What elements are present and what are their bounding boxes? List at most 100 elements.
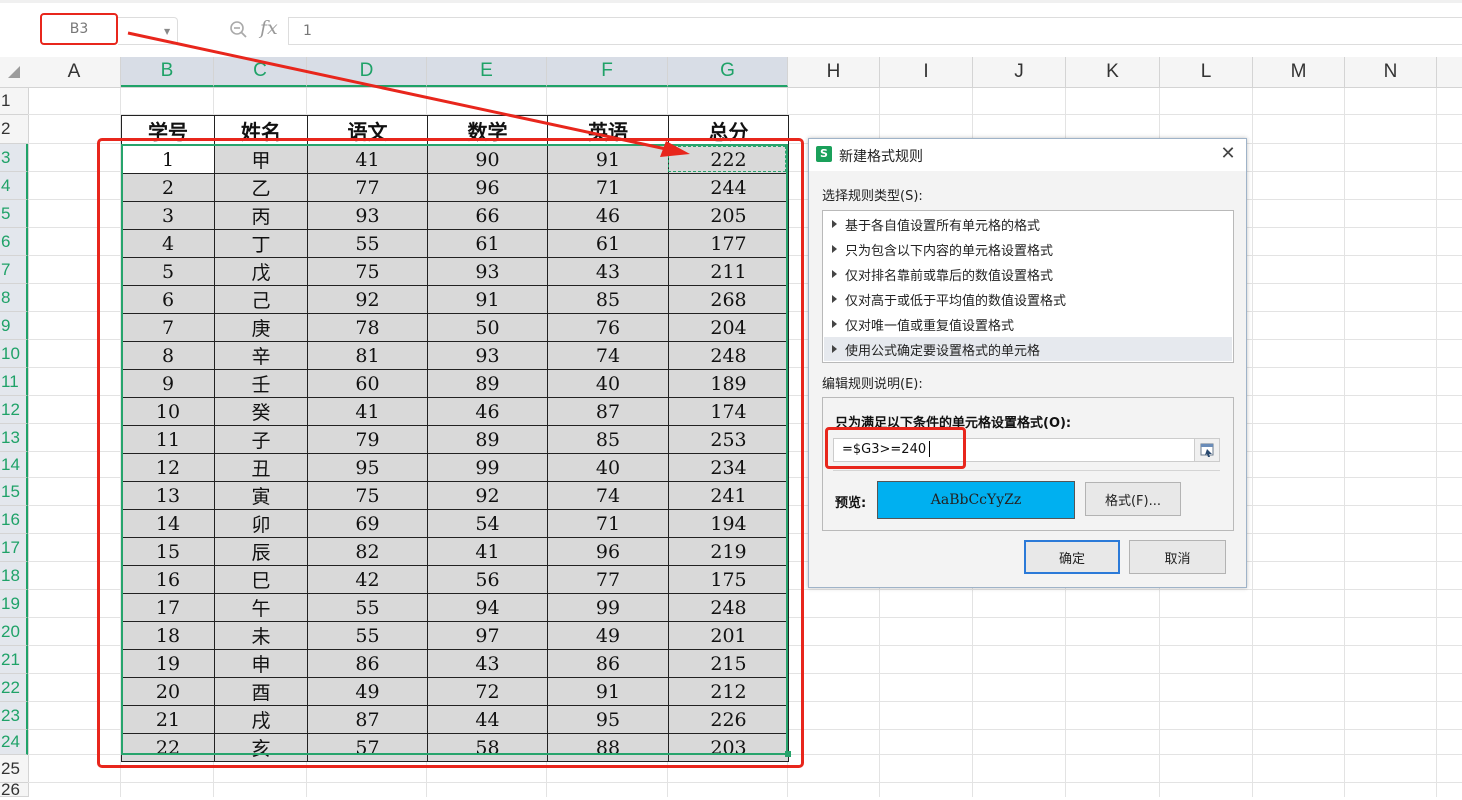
table-cell[interactable]: 13 [121, 481, 215, 510]
row-header-12[interactable]: 12 [0, 396, 28, 424]
select-all-corner[interactable] [0, 57, 28, 87]
formula-input[interactable]: 1 [288, 17, 1462, 45]
row-header-13[interactable]: 13 [0, 424, 28, 452]
table-cell[interactable]: 95 [547, 705, 669, 734]
table-cell[interactable]: 50 [427, 313, 548, 342]
table-cell[interactable]: 61 [547, 229, 669, 258]
fill-handle[interactable] [785, 751, 791, 757]
column-header-a[interactable]: A [28, 57, 121, 87]
table-cell[interactable]: 癸 [214, 397, 308, 426]
table-header-cell[interactable]: 姓名 [214, 115, 308, 146]
table-cell[interactable]: 86 [307, 649, 428, 678]
table-cell[interactable]: 75 [307, 257, 428, 286]
column-header-m[interactable]: M [1253, 57, 1345, 87]
table-cell[interactable]: 205 [668, 201, 789, 230]
table-cell[interactable]: 庚 [214, 313, 308, 342]
row-header-2[interactable]: 2 [0, 115, 28, 144]
table-cell[interactable]: 89 [427, 425, 548, 454]
table-cell[interactable]: 46 [547, 201, 669, 230]
table-cell[interactable]: 40 [547, 453, 669, 482]
name-box[interactable]: B3 [40, 13, 118, 45]
table-cell[interactable]: 97 [427, 621, 548, 650]
table-header-cell[interactable]: 语文 [307, 115, 428, 146]
row-header-26[interactable]: 26 [0, 780, 28, 799]
table-cell[interactable]: 76 [547, 313, 669, 342]
column-header-d[interactable]: D [307, 57, 427, 87]
table-cell[interactable]: 248 [668, 593, 789, 622]
table-cell[interactable]: 74 [547, 341, 669, 370]
row-header-9[interactable]: 9 [0, 312, 28, 340]
table-cell[interactable]: 75 [307, 481, 428, 510]
table-cell[interactable]: 6 [121, 285, 215, 314]
table-cell[interactable]: 204 [668, 313, 789, 342]
row-header-5[interactable]: 5 [0, 200, 28, 228]
table-cell[interactable]: 86 [547, 649, 669, 678]
table-cell[interactable]: 11 [121, 425, 215, 454]
table-cell[interactable]: 子 [214, 425, 308, 454]
table-header-cell[interactable]: 总分 [668, 115, 789, 146]
row-header-3[interactable]: 3 [0, 144, 28, 172]
table-cell[interactable]: 4 [121, 229, 215, 258]
table-cell[interactable]: 15 [121, 537, 215, 566]
table-cell[interactable]: 189 [668, 369, 789, 398]
table-cell[interactable]: 2 [121, 173, 215, 202]
row-header-16[interactable]: 16 [0, 506, 28, 534]
table-cell[interactable]: 78 [307, 313, 428, 342]
column-header-g[interactable]: G [668, 57, 788, 87]
table-cell[interactable]: 91 [547, 677, 669, 706]
rule-type-item[interactable]: 只为包含以下内容的单元格设置格式 [824, 237, 1232, 261]
table-cell[interactable]: 96 [427, 173, 548, 202]
table-cell[interactable]: 87 [547, 397, 669, 426]
table-cell[interactable]: 89 [427, 369, 548, 398]
table-cell[interactable]: 244 [668, 173, 789, 202]
table-cell[interactable]: 96 [547, 537, 669, 566]
table-cell[interactable]: 69 [307, 509, 428, 538]
table-cell[interactable]: 41 [307, 145, 428, 174]
rule-type-item[interactable]: 使用公式确定要设置格式的单元格 [824, 337, 1232, 361]
table-cell[interactable]: 87 [307, 705, 428, 734]
table-cell[interactable]: 94 [427, 593, 548, 622]
table-cell[interactable]: 74 [547, 481, 669, 510]
row-header-15[interactable]: 15 [0, 478, 28, 506]
table-cell[interactable]: 16 [121, 565, 215, 594]
table-cell[interactable]: 42 [307, 565, 428, 594]
table-cell[interactable]: 85 [547, 425, 669, 454]
table-cell[interactable]: 22 [121, 733, 215, 762]
table-cell[interactable]: 17 [121, 593, 215, 622]
table-cell[interactable]: 49 [547, 621, 669, 650]
column-header-i[interactable]: I [880, 57, 973, 87]
table-cell[interactable]: 93 [427, 257, 548, 286]
row-header-20[interactable]: 20 [0, 618, 28, 646]
zoom-out-icon[interactable] [229, 20, 249, 40]
row-header-14[interactable]: 14 [0, 452, 28, 478]
table-cell[interactable]: 酉 [214, 677, 308, 706]
table-cell[interactable]: 248 [668, 341, 789, 370]
table-cell[interactable]: 175 [668, 565, 789, 594]
table-cell[interactable]: 7 [121, 313, 215, 342]
row-header-22[interactable]: 22 [0, 674, 28, 702]
row-header-10[interactable]: 10 [0, 340, 28, 368]
table-header-cell[interactable]: 数学 [427, 115, 548, 146]
table-cell[interactable]: 戊 [214, 257, 308, 286]
table-cell[interactable]: 234 [668, 453, 789, 482]
table-cell[interactable]: 43 [427, 649, 548, 678]
table-cell[interactable]: 77 [547, 565, 669, 594]
table-cell[interactable]: 8 [121, 341, 215, 370]
row-header-18[interactable]: 18 [0, 562, 28, 590]
table-cell[interactable]: 寅 [214, 481, 308, 510]
row-header-7[interactable]: 7 [0, 256, 28, 284]
table-cell[interactable]: 268 [668, 285, 789, 314]
table-cell[interactable]: 41 [427, 537, 548, 566]
table-cell[interactable]: 66 [427, 201, 548, 230]
rule-type-item[interactable]: 仅对唯一值或重复值设置格式 [824, 312, 1232, 336]
row-header-6[interactable]: 6 [0, 228, 28, 256]
table-cell[interactable]: 99 [547, 593, 669, 622]
table-cell[interactable]: 219 [668, 537, 789, 566]
table-cell[interactable]: 1 [121, 145, 215, 174]
column-header-f[interactable]: F [547, 57, 668, 87]
table-cell[interactable]: 56 [427, 565, 548, 594]
table-cell[interactable]: 9 [121, 369, 215, 398]
table-cell[interactable]: 95 [307, 453, 428, 482]
table-cell[interactable]: 亥 [214, 733, 308, 762]
table-cell[interactable]: 93 [427, 341, 548, 370]
